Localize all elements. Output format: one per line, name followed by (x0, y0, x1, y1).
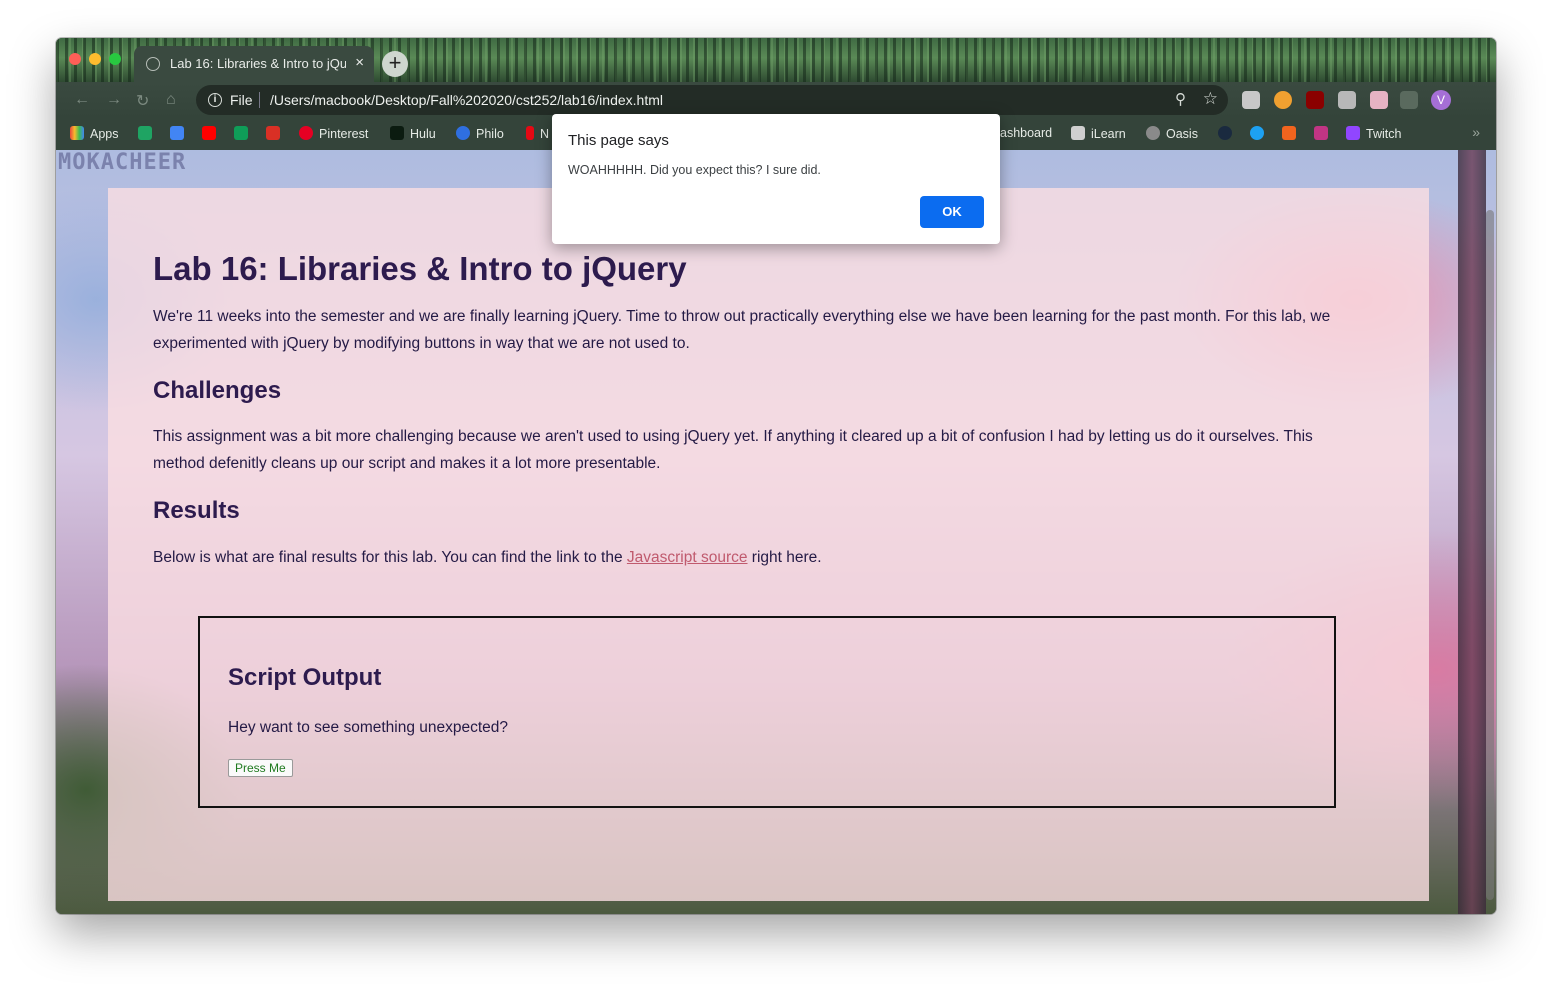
results-text: Below is what are final results for this… (153, 549, 627, 566)
bookmark-gmail[interactable] (266, 126, 286, 141)
bookmark-hulu[interactable]: Hulu (390, 126, 436, 141)
oasis-icon (1146, 126, 1160, 140)
bookmark-label: N (540, 127, 550, 141)
extension-icon[interactable] (1370, 91, 1388, 109)
close-window-button[interactable] (69, 53, 81, 65)
tab-close-icon[interactable]: × (355, 54, 364, 71)
bookmark-tumblr[interactable] (1218, 126, 1238, 141)
bookmark-label: iLearn (1091, 127, 1126, 141)
tab-title: Lab 16: Libraries & Intro to jQuery (170, 56, 346, 71)
results-paragraph: Below is what are final results for this… (153, 544, 1368, 571)
tab-strip: Lab 16: Libraries & Intro to jQuery × + (56, 38, 1496, 82)
bookmark-netflix[interactable]: N (526, 126, 549, 141)
bookmark-label: Apps (90, 127, 119, 141)
bookmark-label: ashboard (1000, 126, 1053, 140)
content-panel: Lab 16: Libraries & Intro to jQuery We'r… (108, 188, 1429, 901)
info-icon[interactable]: i (208, 93, 222, 107)
new-tab-button[interactable]: + (382, 51, 408, 77)
script-output-heading: Script Output (228, 664, 382, 691)
google-docs-icon (170, 126, 184, 140)
ilearn-icon (1071, 126, 1085, 140)
zoom-icon[interactable]: ⚲ (1175, 90, 1186, 108)
url-text[interactable]: /Users/macbook/Desktop/Fall%202020/cst25… (270, 92, 663, 108)
page-title: Lab 16: Libraries & Intro to jQuery (153, 250, 687, 287)
extension-icon[interactable] (1338, 91, 1356, 109)
tumblr-icon (1218, 126, 1232, 140)
google-drive-icon (138, 126, 152, 140)
philo-icon (456, 126, 470, 140)
results-text: right here. (747, 549, 822, 566)
press-me-button[interactable]: Press Me (228, 759, 293, 777)
bookmark-etsy[interactable] (1282, 126, 1302, 141)
bookmark-apps[interactable]: Apps (70, 126, 119, 141)
script-output-box: Script Output Hey want to see something … (198, 616, 1336, 808)
bookmark-ilearn[interactable]: iLearn (1071, 126, 1126, 141)
globe-icon (146, 57, 160, 71)
bookmark-twitter[interactable] (1250, 126, 1270, 141)
results-heading: Results (153, 497, 240, 524)
twitch-icon (1346, 126, 1360, 140)
gmail-icon (266, 126, 280, 140)
script-output-prompt: Hey want to see something unexpected? (228, 719, 509, 736)
bookmark-label: Oasis (1166, 127, 1198, 141)
alert-dialog: This page says WOAHHHHH. Did you expect … (552, 114, 1000, 244)
dialog-message: WOAHHHHH. Did you expect this? I sure di… (568, 163, 821, 177)
bookmark-star-icon[interactable]: ☆ (1203, 89, 1218, 109)
bookmark-label: Pinterest (319, 127, 369, 141)
instagram-icon (1314, 126, 1328, 140)
ublock-icon[interactable] (1306, 91, 1324, 109)
google-sheets-icon (234, 126, 248, 140)
bookmark-label: Philo (476, 127, 504, 141)
intro-paragraph: We're 11 weeks into the semester and we … (153, 308, 1331, 352)
bookmark-docs[interactable] (170, 126, 190, 141)
dialog-title: This page says (568, 132, 669, 149)
tab-active[interactable]: Lab 16: Libraries & Intro to jQuery × (134, 46, 374, 82)
bookmark-oasis[interactable]: Oasis (1146, 126, 1198, 141)
bookmark-pinterest[interactable]: Pinterest (299, 126, 368, 141)
bookmark-twitch[interactable]: Twitch (1346, 126, 1401, 141)
minimize-window-button[interactable] (89, 53, 101, 65)
forward-icon[interactable]: → (106, 91, 122, 109)
bookmark-drive[interactable] (138, 126, 158, 141)
challenges-paragraph: This assignment was a bit more challengi… (153, 428, 1313, 472)
extension-icon[interactable] (1274, 91, 1292, 109)
bookmark-philo[interactable]: Philo (456, 126, 504, 141)
back-icon[interactable]: ← (74, 91, 90, 109)
chevron-right-icon[interactable]: » (1472, 124, 1480, 140)
ok-button[interactable]: OK (920, 196, 984, 228)
hulu-icon (390, 126, 404, 140)
bookmark-youtube[interactable] (202, 126, 222, 141)
netflix-icon (526, 126, 534, 140)
youtube-icon (202, 126, 216, 140)
javascript-source-link[interactable]: Javascript source (627, 549, 748, 566)
puzzle-icon[interactable] (1400, 91, 1418, 109)
etsy-icon (1282, 126, 1296, 140)
bookmark-instagram[interactable] (1314, 126, 1334, 141)
home-icon[interactable]: ⌂ (166, 91, 176, 109)
page-viewport: MOKACHEER Lab 16: Libraries & Intro to j… (56, 150, 1496, 914)
watermark: MOKACHEER (58, 150, 187, 175)
bookmark-dashboard[interactable]: ashboard (1000, 126, 1052, 140)
toolbar: ← → ↻ ⌂ i File /Users/macbook/Desktop/Fa… (56, 82, 1496, 118)
bookmark-label: Twitch (1366, 127, 1402, 141)
bookmark-sheets[interactable] (234, 126, 254, 141)
challenges-heading: Challenges (153, 377, 282, 404)
pinterest-icon (299, 126, 313, 140)
avatar[interactable]: V (1431, 90, 1451, 110)
twitter-icon (1250, 126, 1264, 140)
reload-icon[interactable]: ↻ (136, 91, 149, 111)
extension-icon[interactable] (1242, 91, 1260, 109)
divider (259, 92, 260, 108)
scrollbar[interactable] (1486, 210, 1494, 900)
scheme-label: File (230, 92, 253, 108)
address-bar[interactable]: i File /Users/macbook/Desktop/Fall%20202… (196, 85, 1228, 115)
bookmark-label: Hulu (410, 127, 436, 141)
apps-grid-icon (70, 126, 84, 140)
tree-trunk-decoration (1458, 150, 1486, 914)
maximize-window-button[interactable] (109, 53, 121, 65)
